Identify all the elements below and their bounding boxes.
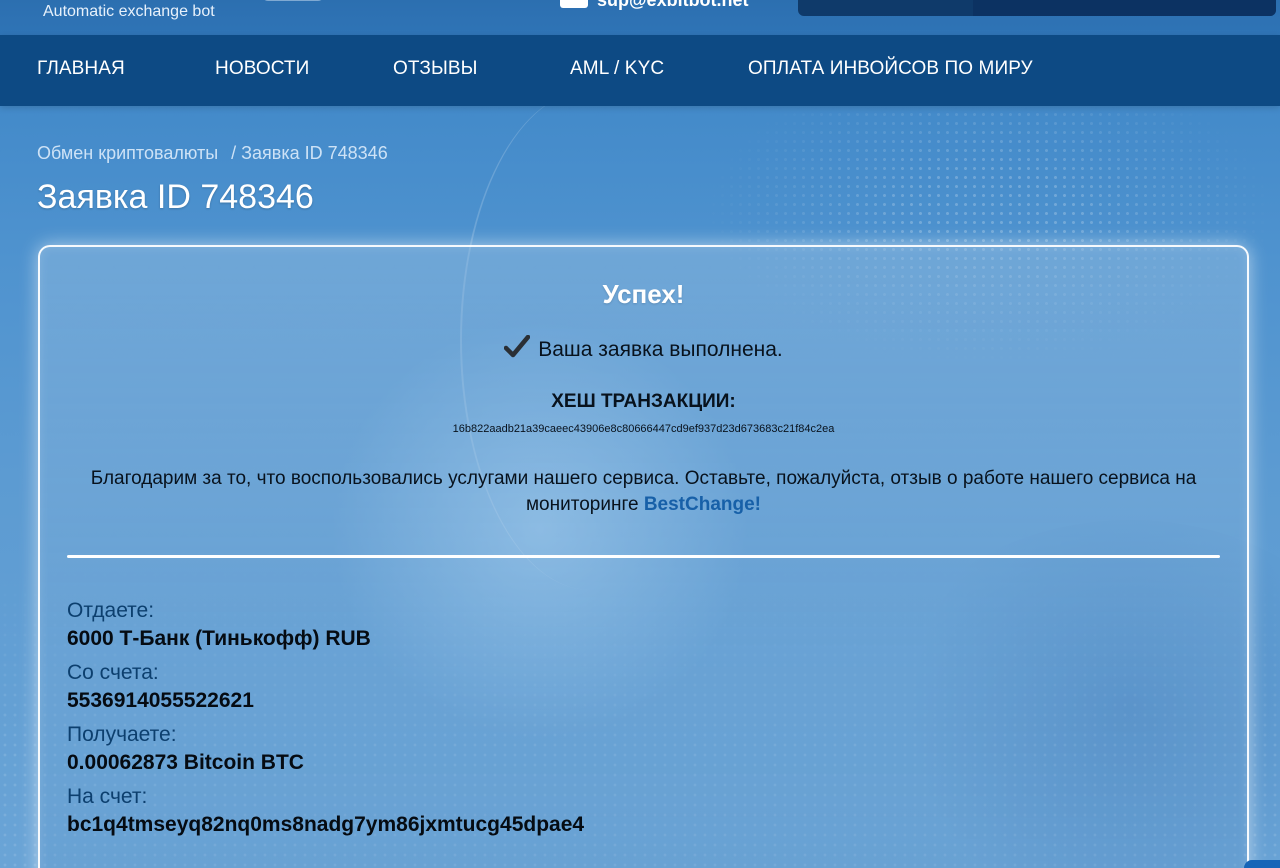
main-nav: ГЛАВНАЯ НОВОСТИ ОТЗЫВЫ AML / KYC ОПЛАТА … [0,35,1280,106]
top-header: Automatic exchange bot sup@exbitbot.net [0,0,1280,35]
divider [67,555,1220,558]
bestchange-link[interactable]: BestChange! [644,494,761,515]
transaction-hash-value: 16b822aadb21a39caeec43906e8c80666447cd9e… [452,423,835,435]
order-result-card: Успех! Ваша заявка выполнена. ХЕШ ТРАНЗА… [38,245,1249,868]
to-account-label: На счет: [67,785,148,808]
chat-widget-button[interactable] [1244,860,1280,868]
breadcrumb-current: / Заявка ID 748346 [231,143,388,163]
from-account-value: 5536914055522621 [67,689,254,712]
nav-item-invoice-payment[interactable]: ОПЛАТА ИНВОЙСОВ ПО МИРУ [748,58,1033,80]
thanks-message: Благодарим за то, что воспользовались ус… [64,466,1223,518]
header-controls-bar[interactable] [798,0,1276,16]
status-line: Ваша заявка выполнена. [40,334,1247,365]
breadcrumb-home-link[interactable]: Обмен криптовалюты [37,143,218,163]
header-controls-segment[interactable] [973,0,1276,16]
success-title: Успех! [602,279,685,309]
receive-label: Получаете: [67,723,177,746]
page-title: Заявка ID 748346 [37,178,314,216]
nav-item-news[interactable]: НОВОСТИ [215,58,309,80]
mail-icon [560,0,588,8]
to-account-value: bc1q4tmseyq82nq0ms8nadg7ym86jxmtucg45dpa… [67,813,585,836]
status-text: Ваша заявка выполнена. [538,338,783,361]
nav-item-home[interactable]: ГЛАВНАЯ [37,58,125,80]
site-tagline: Automatic exchange bot [43,3,215,20]
nav-item-reviews[interactable]: ОТЗЫВЫ [393,58,478,80]
logo-button-stub[interactable] [262,0,324,1]
check-mark-icon [503,334,531,365]
from-account-label: Со счета: [67,661,159,684]
give-value: 6000 Т-Банк (Тинькофф) RUB [67,627,371,650]
breadcrumb: Обмен криптовалюты / Заявка ID 748346 [37,143,388,164]
give-label: Отдаете: [67,599,155,622]
support-email-link[interactable]: sup@exbitbot.net [597,0,749,11]
nav-item-aml-kyc[interactable]: AML / KYC [570,58,664,80]
order-details: Отдаете: 6000 Т-Банк (Тинькофф) RUB Со с… [67,597,584,845]
receive-value: 0.00062873 Bitcoin BTC [67,751,304,774]
transaction-hash-label: ХЕШ ТРАНЗАКЦИИ: [551,391,736,412]
